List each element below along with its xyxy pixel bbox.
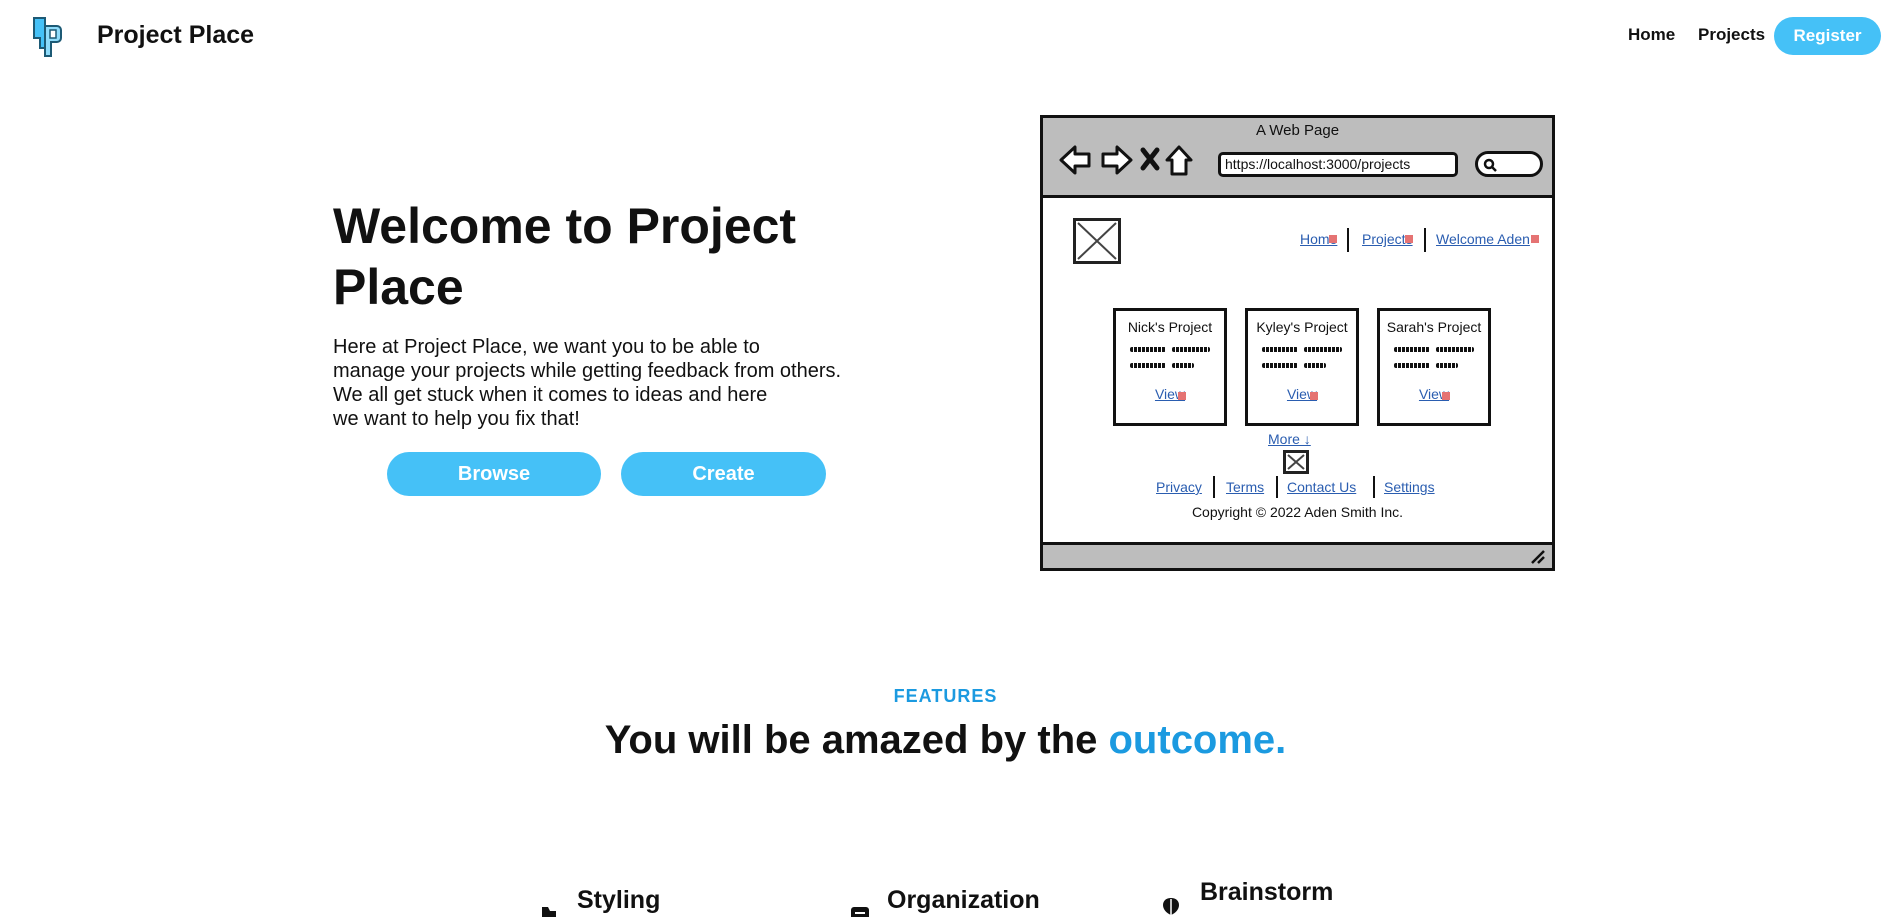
- scribble-text: [1304, 363, 1326, 368]
- browse-button[interactable]: Browse: [387, 452, 601, 496]
- wireframe-footer-separator: [1213, 476, 1215, 498]
- image-placeholder-icon: [1077, 222, 1117, 260]
- pin-icon: [1405, 235, 1413, 243]
- wireframe-nav-icons: [1059, 145, 1193, 176]
- features-title-accent: outcome.: [1108, 718, 1287, 762]
- wireframe-footer-privacy: Privacy: [1156, 479, 1202, 495]
- pin-icon: [1442, 392, 1450, 400]
- scribble-text: [1262, 347, 1298, 352]
- brand-name[interactable]: Project Place: [97, 21, 254, 50]
- wireframe-nav-separator: [1347, 228, 1349, 252]
- wireframe-more-link: More ↓: [1268, 431, 1311, 447]
- scribble-text: [1436, 363, 1458, 368]
- hero-description-line: Here at Project Place, we want you to be…: [333, 336, 760, 358]
- hero-description-line: we want to help you fix that!: [333, 408, 580, 430]
- pin-icon: [1310, 392, 1318, 400]
- nav-home-link[interactable]: Home: [1628, 25, 1675, 45]
- wireframe-card-title: Kyley's Project: [1256, 319, 1348, 335]
- wireframe-browser-toolbar: A Web Page https://localhost:3000/projec…: [1043, 118, 1552, 198]
- image-placeholder-icon: [1287, 454, 1305, 470]
- features-title-main: You will be amazed by the: [604, 718, 1109, 762]
- scribble-text: [1262, 363, 1298, 368]
- forward-arrow-icon: [1101, 145, 1133, 175]
- wireframe-footer-contact: Contact Us: [1287, 479, 1357, 495]
- wireframe-card-title: Sarah's Project: [1386, 319, 1482, 335]
- wireframe-project-card: Nick's Project View: [1113, 308, 1227, 426]
- wireframe-small-image-placeholder: [1283, 450, 1309, 474]
- scribble-text: [1304, 347, 1342, 352]
- scribble-text: [1436, 347, 1474, 352]
- wireframe-status-bar: [1043, 542, 1552, 568]
- wireframe-nav-welcome: Welcome Aden: [1436, 231, 1530, 247]
- wireframe-footer-separator: [1373, 476, 1375, 498]
- wireframe-card-view-link: View: [1286, 386, 1318, 402]
- feature-organization-title: Organization: [887, 886, 1040, 914]
- hero-title: Welcome to Project Place: [333, 198, 797, 315]
- register-button[interactable]: Register: [1774, 17, 1881, 55]
- scribble-text: [1130, 347, 1166, 352]
- pin-icon: [1329, 235, 1337, 243]
- pin-icon: [1531, 235, 1539, 243]
- home-icon: [1165, 145, 1193, 176]
- back-arrow-icon: [1059, 145, 1091, 175]
- close-x-icon: [1140, 147, 1160, 171]
- nav-projects-link[interactable]: Projects: [1698, 25, 1765, 45]
- clipboard-icon: [851, 907, 869, 917]
- wireframe-project-card: Kyley's Project View: [1245, 308, 1359, 426]
- wireframe-card-title: Nick's Project: [1127, 319, 1213, 335]
- resize-handle-icon: [1531, 550, 1545, 564]
- wireframe-footer-settings: Settings: [1384, 479, 1435, 495]
- hero-description-line: manage your projects while getting feedb…: [333, 360, 842, 382]
- scribble-text: [1130, 363, 1166, 368]
- pin-icon: [1178, 392, 1186, 400]
- brain-icon: [1163, 898, 1179, 915]
- wireframe-card-view-link: View: [1154, 386, 1186, 402]
- hero-description-line: We all get stuck when it comes to ideas …: [333, 384, 768, 406]
- wireframe-footer-terms: Terms: [1226, 479, 1265, 495]
- scribble-text: [1172, 363, 1194, 368]
- palette-icon: [542, 907, 556, 917]
- feature-brainstorm-title: Brainstorm: [1200, 878, 1334, 906]
- scribble-text: [1394, 363, 1430, 368]
- wireframe-search-box: [1475, 151, 1543, 177]
- wireframe-footer-separator: [1276, 476, 1278, 498]
- wireframe-window-title: A Web Page: [1255, 122, 1340, 139]
- wireframe-image-placeholder: [1073, 218, 1121, 264]
- scribble-text: [1172, 347, 1210, 352]
- wireframe-card-view-link: View: [1418, 386, 1450, 402]
- create-button[interactable]: Create: [621, 452, 826, 496]
- wireframe-nav-separator: [1424, 228, 1426, 252]
- feature-styling-title: Styling: [577, 886, 661, 914]
- wireframe-url-bar: https://localhost:3000/projects: [1218, 152, 1458, 177]
- scribble-text: [1394, 347, 1430, 352]
- hero-description: Here at Project Place, we want you to be…: [333, 335, 893, 431]
- wireframe-copyright: Copyright © 2022 Aden Smith Inc.: [1191, 504, 1404, 520]
- site-header: Project Place Home Projects Register: [0, 0, 1891, 72]
- wireframe-illustration: A Web Page https://localhost:3000/projec…: [1040, 115, 1555, 571]
- wireframe-project-card: Sarah's Project View: [1377, 308, 1491, 426]
- search-icon: [1483, 158, 1497, 172]
- project-place-logo-icon[interactable]: [30, 16, 64, 58]
- features-title: You will be amazed by the outcome.: [0, 718, 1891, 763]
- features-label: FEATURES: [893, 686, 998, 706]
